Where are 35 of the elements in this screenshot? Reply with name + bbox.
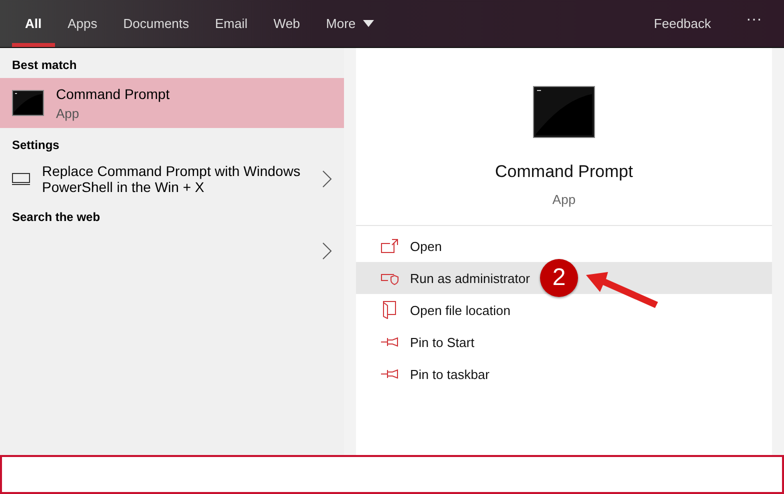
search-field[interactable] <box>0 455 784 494</box>
section-heading: Search the web <box>11 209 102 226</box>
result-title: Replace Command Prompt with Windows PowerShell in the Win + X <box>42 163 302 195</box>
pin-icon <box>381 369 399 379</box>
tab[interactable]: Web <box>260 0 314 47</box>
app-type: App <box>552 192 576 207</box>
tab[interactable]: Apps <box>54 0 110 47</box>
section-heading: Settings <box>11 137 60 154</box>
laptop-icon <box>12 173 30 185</box>
arrow-drawing <box>586 272 658 308</box>
shield-icon <box>381 271 399 285</box>
result-item[interactable]: Command Prompt App <box>0 78 344 128</box>
terminal-icon <box>12 90 44 116</box>
action-item[interactable]: Open file location <box>356 294 772 326</box>
section-heading: Best match <box>11 57 78 74</box>
open-window-icon <box>381 239 399 253</box>
tab[interactable]: Email <box>202 0 261 47</box>
chevron-right-icon <box>322 242 332 260</box>
terminal-icon <box>533 86 595 138</box>
chevron-right-icon <box>322 170 332 188</box>
file-location-icon <box>383 301 397 319</box>
more-options-button[interactable]: ··· <box>724 0 784 47</box>
step-badge: 2 <box>540 259 578 297</box>
result-subtitle: App <box>56 106 80 120</box>
action-item[interactable]: Pin to Start <box>356 326 772 358</box>
caret-icon <box>362 20 374 27</box>
app-title: Command Prompt <box>495 162 633 182</box>
more-menu[interactable]: More <box>313 0 387 47</box>
result-title: Command Prompt <box>56 86 171 102</box>
result-item[interactable]: Replace Command Prompt with Windows PowerShell in the Win + X <box>0 158 344 200</box>
pin-icon <box>381 337 399 347</box>
action-item[interactable]: Open <box>356 230 772 262</box>
action-item[interactable]: Pin to taskbar <box>356 358 772 390</box>
tab[interactable]: Documents <box>110 0 202 47</box>
feedback-button[interactable]: Feedback <box>640 0 724 47</box>
